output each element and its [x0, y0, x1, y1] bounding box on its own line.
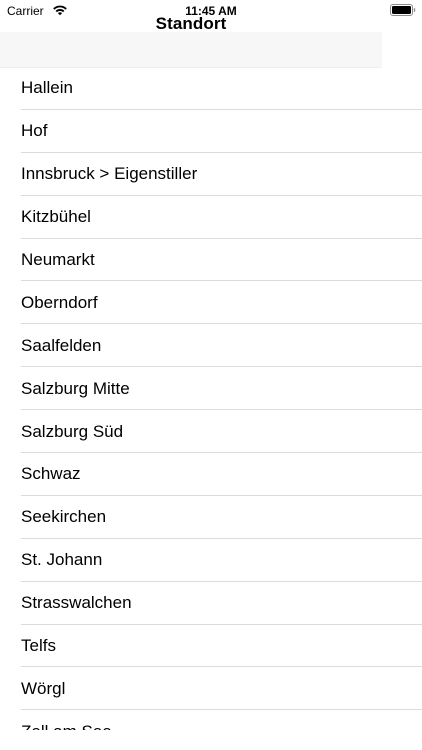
list-item-label: Strasswalchen: [21, 593, 132, 613]
list-item-label: Oberndorf: [21, 292, 98, 312]
location-list: Hallein Hof Innsbruck > Eigenstiller Kitzbü…: [0, 67, 422, 730]
battery-icon: [390, 4, 416, 16]
list-item-label: St. Johann: [21, 550, 103, 570]
list-item[interactable]: Schwaz: [0, 453, 422, 496]
list-item-label: Salzburg Mitte: [21, 378, 130, 398]
list-item[interactable]: Salzburg Süd: [0, 410, 422, 453]
list-item[interactable]: Kitzbühel: [0, 196, 422, 239]
list-item-label: Salzburg Süd: [21, 421, 124, 441]
list-item-label: Schwaz: [21, 464, 81, 484]
list-item[interactable]: Innsbruck > Eigenstiller: [0, 153, 422, 196]
list-item[interactable]: Zell am See: [0, 710, 422, 730]
list-item-label: Hof: [21, 121, 48, 141]
list-item-label: Kitzbühel: [21, 207, 91, 227]
list-item-label: Seekirchen: [21, 507, 107, 527]
list-item-label: Zell am See: [21, 722, 112, 730]
list-item[interactable]: Salzburg Mitte: [0, 367, 422, 411]
list-item[interactable]: Strasswalchen: [0, 582, 422, 625]
list-item[interactable]: Neumarkt: [0, 239, 422, 282]
list-item-label: Telfs: [21, 636, 56, 656]
list-item-label: Wörgl: [21, 678, 66, 698]
list-item-label: Neumarkt: [21, 250, 95, 269]
list-item[interactable]: Saalfelden: [0, 324, 422, 368]
list-item[interactable]: Telfs: [0, 625, 422, 668]
list-item[interactable]: Hallein: [0, 67, 422, 110]
list-item-label: Saalfelden: [21, 335, 102, 355]
list-item[interactable]: Hof: [0, 110, 422, 153]
list-item-label: Hallein: [21, 78, 73, 98]
list-item[interactable]: Wörgl: [0, 667, 422, 711]
page-title: Standort: [155, 14, 227, 33]
list-item[interactable]: Oberndorf: [0, 281, 422, 325]
search-bar[interactable]: [0, 32, 382, 68]
list-item[interactable]: St. Johann: [0, 539, 422, 582]
list-item-label: Innsbruck > Eigenstiller: [21, 164, 198, 184]
list-item[interactable]: Seekirchen: [0, 496, 422, 539]
